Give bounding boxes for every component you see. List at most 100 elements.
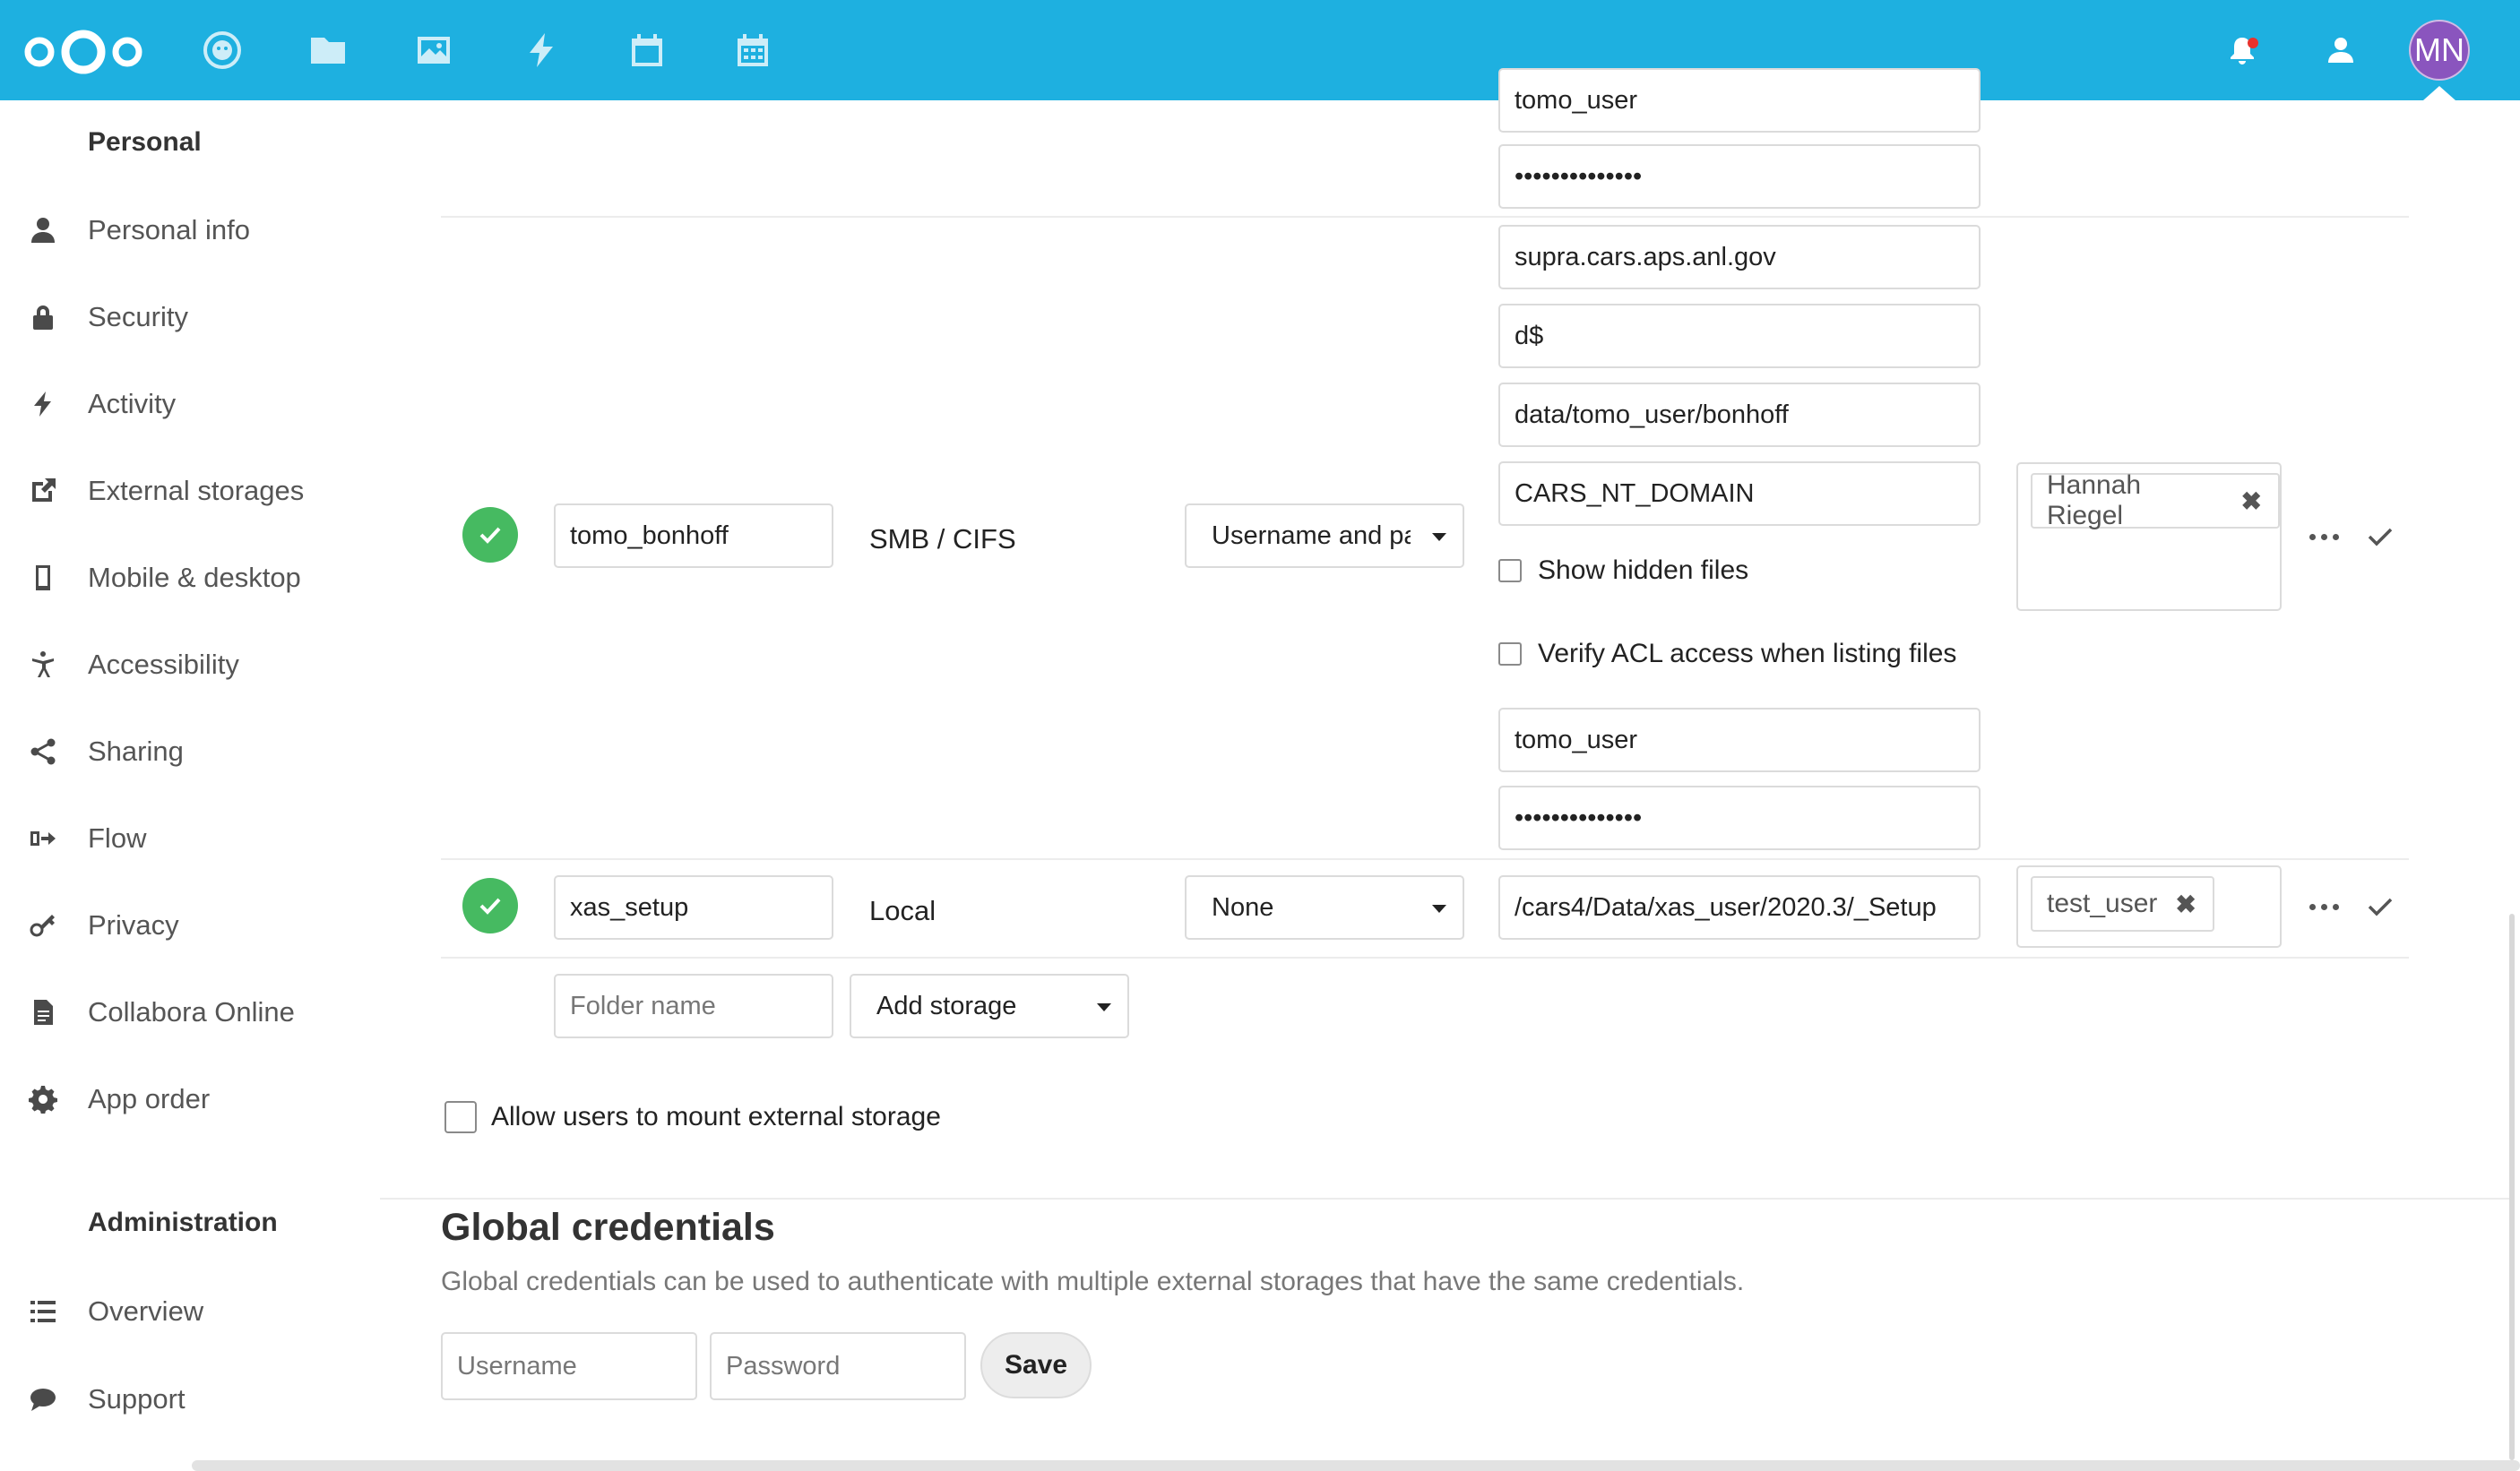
verify-acl-checkbox[interactable] <box>1498 642 1522 666</box>
password-field[interactable] <box>1498 786 1981 850</box>
show-hidden-files-option[interactable]: Show hidden files <box>1498 555 1748 586</box>
applicable-user-tag: Hannah Riegel ✖ <box>2031 470 2280 530</box>
phone-icon <box>27 562 59 594</box>
row-divider <box>441 216 2409 218</box>
more-options-icon[interactable] <box>2301 889 2346 925</box>
applicable-users-field[interactable]: Hannah Riegel ✖ <box>2016 462 2282 611</box>
remote-subfolder-field[interactable] <box>1498 383 1981 447</box>
dropdown-caret-icon <box>1432 905 1446 913</box>
show-hidden-files-label: Show hidden files <box>1538 555 1749 585</box>
horizontal-scrollbar[interactable] <box>192 1460 2520 1471</box>
auth-select-value: None <box>1212 892 1274 922</box>
sidebar-item-label: External storages <box>88 475 305 506</box>
sidebar-item-label: Security <box>88 301 188 332</box>
row-divider <box>441 858 2409 860</box>
global-username-input[interactable] <box>441 1332 697 1400</box>
sidebar-item-mobile-desktop[interactable]: Mobile & desktop <box>0 542 376 614</box>
key-icon <box>27 909 59 942</box>
share-field[interactable] <box>1498 304 1981 368</box>
settings-sidebar: Personal Personal info Security Activity… <box>0 100 376 1471</box>
auth-select[interactable]: Username and pa <box>1185 503 1464 568</box>
sidebar-item-label: Flow <box>88 822 147 854</box>
administration-heading: Administration <box>88 1208 278 1237</box>
backend-label: Local <box>869 895 936 926</box>
add-storage-select[interactable]: Add storage <box>850 974 1129 1038</box>
sidebar-item-label: Collabora Online <box>88 996 295 1028</box>
files-icon[interactable] <box>303 25 353 75</box>
add-storage-value: Add storage <box>876 991 1017 1020</box>
menu-caret <box>2423 86 2455 100</box>
sidebar-item-collabora-online[interactable]: Collabora Online <box>0 976 376 1048</box>
host-field[interactable] <box>1498 225 1981 289</box>
activity-icon <box>27 388 59 420</box>
sidebar-item-app-order[interactable]: App order <box>0 1063 376 1135</box>
section-divider <box>380 1198 2509 1200</box>
sidebar-item-label: Accessibility <box>88 649 239 680</box>
vertical-scrollbar[interactable] <box>2509 914 2515 1460</box>
dropdown-caret-icon <box>1432 533 1446 541</box>
show-hidden-files-checkbox[interactable] <box>1498 559 1522 582</box>
sidebar-item-privacy[interactable]: Privacy <box>0 890 376 961</box>
sidebar-item-activity[interactable]: Activity <box>0 368 376 440</box>
sidebar-item-label: Personal info <box>88 214 250 245</box>
status-ok-icon[interactable] <box>462 507 518 563</box>
calendar-icon[interactable] <box>622 25 672 75</box>
calendar-grid-icon[interactable] <box>728 25 778 75</box>
applicable-user-tag: test_user ✖ <box>2031 876 2214 932</box>
auth-select-value: Username and pa <box>1212 520 1411 550</box>
dropdown-caret-icon <box>1097 1003 1111 1011</box>
save-row-check-icon[interactable] <box>2362 519 2398 555</box>
dashboard-icon[interactable] <box>197 25 247 75</box>
applicable-users-field[interactable]: test_user ✖ <box>2016 865 2282 948</box>
folder-name-field[interactable] <box>554 875 833 940</box>
global-credentials-description: Global credentials can be used to authen… <box>441 1267 1745 1296</box>
domain-field[interactable] <box>1498 461 1981 526</box>
notifications-bell-icon[interactable] <box>2217 25 2267 75</box>
sidebar-item-label: Privacy <box>88 909 179 941</box>
folder-name-field[interactable] <box>554 503 833 568</box>
document-icon <box>27 996 59 1028</box>
global-password-input[interactable] <box>710 1332 966 1400</box>
accessibility-icon <box>27 649 59 681</box>
sidebar-item-external-storages[interactable]: External storages <box>0 455 376 527</box>
remove-tag-icon[interactable]: ✖ <box>2241 486 2262 516</box>
sidebar-item-label: Support <box>88 1383 186 1415</box>
notification-dot <box>2248 38 2258 48</box>
nextcloud-logo-icon[interactable] <box>20 27 147 77</box>
global-credentials-title: Global credentials <box>441 1206 775 1249</box>
sidebar-item-flow[interactable]: Flow <box>0 803 376 874</box>
location-field[interactable] <box>1498 875 1981 940</box>
photos-icon[interactable] <box>409 25 459 75</box>
flow-icon <box>27 822 59 855</box>
personal-heading: Personal <box>88 127 202 157</box>
username-field[interactable] <box>1498 708 1981 772</box>
contacts-icon[interactable] <box>2316 25 2366 75</box>
sidebar-item-label: Mobile & desktop <box>88 562 301 593</box>
sidebar-item-overview[interactable]: Overview <box>0 1276 376 1347</box>
backend-label: SMB / CIFS <box>869 523 1016 555</box>
activity-icon[interactable] <box>516 25 566 75</box>
user-avatar[interactable]: MN <box>2409 20 2470 81</box>
row-divider <box>441 957 2409 959</box>
new-folder-name-input[interactable] <box>554 974 833 1038</box>
save-credentials-button[interactable]: Save <box>980 1332 1092 1398</box>
sidebar-item-security[interactable]: Security <box>0 281 376 353</box>
allow-user-mounting-option[interactable]: Allow users to mount external storage <box>444 1101 941 1133</box>
allow-user-mounting-checkbox[interactable] <box>444 1101 477 1133</box>
prev-username-field[interactable] <box>1498 68 1981 133</box>
more-options-icon[interactable] <box>2301 519 2346 555</box>
remove-tag-icon[interactable]: ✖ <box>2175 890 2196 919</box>
save-row-check-icon[interactable] <box>2362 889 2398 925</box>
sidebar-item-label: App order <box>88 1083 211 1114</box>
status-ok-icon[interactable] <box>462 878 518 933</box>
prev-password-field[interactable] <box>1498 144 1981 209</box>
top-header: MN <box>0 0 2520 100</box>
auth-select[interactable]: None <box>1185 875 1464 940</box>
sidebar-item-sharing[interactable]: Sharing <box>0 716 376 787</box>
sidebar-item-support[interactable]: Support <box>0 1363 376 1435</box>
sidebar-item-personal-info[interactable]: Personal info <box>0 194 376 266</box>
sidebar-item-accessibility[interactable]: Accessibility <box>0 629 376 701</box>
allow-user-mounting-label: Allow users to mount external storage <box>491 1102 941 1131</box>
share-icon <box>27 736 59 768</box>
verify-acl-option[interactable]: Verify ACL access when listing files <box>1498 639 1956 669</box>
